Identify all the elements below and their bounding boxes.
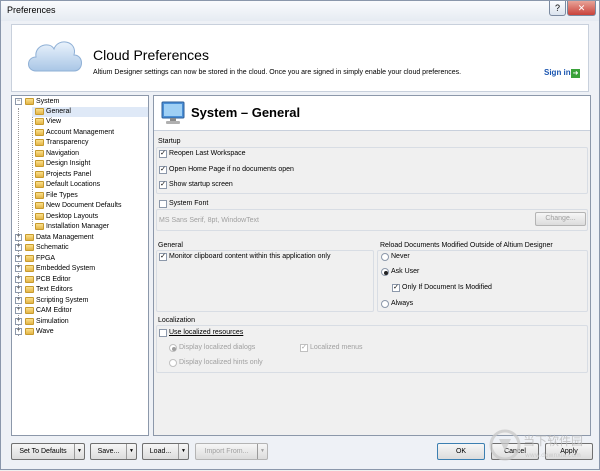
expand-icon[interactable]: + bbox=[15, 286, 22, 293]
expand-icon[interactable]: + bbox=[15, 244, 22, 251]
folder-icon bbox=[25, 233, 34, 241]
folder-icon bbox=[35, 118, 44, 125]
folder-icon bbox=[35, 181, 44, 188]
folder-icon bbox=[35, 108, 44, 115]
localized-menus-checkbox[interactable]: ✓ bbox=[300, 344, 308, 352]
never-label: Never bbox=[391, 253, 410, 260]
only-if-modified-label: Only If Document Is Modified bbox=[402, 284, 492, 291]
show-startup-screen-label: Show startup screen bbox=[169, 181, 233, 188]
panel-header: System – General bbox=[154, 96, 590, 131]
ask-user-label: Ask User bbox=[391, 268, 420, 275]
folder-icon bbox=[35, 128, 44, 136]
cloud-icon bbox=[28, 41, 82, 72]
always-radio[interactable] bbox=[381, 300, 389, 308]
folder-icon bbox=[25, 328, 34, 335]
ok-button[interactable]: OK bbox=[437, 443, 485, 460]
always-label: Always bbox=[391, 300, 414, 307]
folder-icon bbox=[25, 317, 34, 325]
display-localized-hints-label: Display localized hints only bbox=[179, 359, 263, 366]
set-to-defaults-button[interactable]: Set To Defaults ▼ bbox=[11, 443, 85, 460]
localization-label: Localization bbox=[158, 317, 195, 324]
settings-panel: System – General Startup ✓ Reopen Last W… bbox=[153, 95, 591, 436]
use-localized-resources-label: Use localized resources bbox=[169, 329, 244, 336]
dropdown-arrow-icon[interactable]: ▼ bbox=[257, 444, 267, 459]
open-home-page-label: Open Home Page if no documents open bbox=[169, 166, 294, 173]
save-button[interactable]: Save... ▼ bbox=[90, 443, 137, 460]
monitor-clipboard-checkbox[interactable]: ✓ bbox=[159, 253, 167, 261]
change-font-button[interactable]: Change... bbox=[535, 212, 586, 226]
preferences-window: Preferences ? ✕ Cloud Preferences Altium… bbox=[0, 0, 600, 470]
cloud-banner: Cloud Preferences Altium Designer settin… bbox=[11, 24, 589, 92]
expand-icon[interactable]: + bbox=[15, 265, 22, 272]
load-button[interactable]: Load... ▼ bbox=[142, 443, 189, 460]
watermark-logo: 当下软件园 www.downxia.com bbox=[485, 425, 595, 469]
dropdown-arrow-icon[interactable]: ▼ bbox=[74, 444, 84, 459]
expand-icon[interactable]: + bbox=[15, 328, 22, 335]
import-from-button[interactable]: Import From... ▼ bbox=[195, 443, 268, 460]
display-localized-dialogs-label: Display localized dialogs bbox=[179, 344, 256, 351]
system-font-label: System Font bbox=[169, 200, 209, 207]
preferences-tree: − System General View Account Management… bbox=[11, 95, 149, 436]
dropdown-arrow-icon[interactable]: ▼ bbox=[126, 444, 136, 459]
dropdown-arrow-icon[interactable]: ▼ bbox=[178, 444, 188, 459]
show-startup-screen-checkbox[interactable]: ✓ bbox=[159, 181, 167, 189]
expand-icon[interactable]: + bbox=[15, 317, 22, 325]
display-localized-hints-radio[interactable] bbox=[169, 359, 177, 367]
expand-icon[interactable]: + bbox=[15, 275, 22, 283]
expand-icon[interactable]: + bbox=[15, 307, 22, 314]
window-title: Preferences bbox=[7, 5, 56, 15]
folder-icon bbox=[35, 170, 44, 178]
folder-icon bbox=[35, 212, 44, 220]
folder-icon bbox=[25, 275, 34, 283]
never-radio[interactable] bbox=[381, 253, 389, 261]
folder-icon bbox=[35, 149, 44, 157]
monitor-icon bbox=[161, 101, 185, 124]
folder-icon bbox=[25, 296, 34, 304]
folder-icon bbox=[25, 254, 34, 262]
only-if-modified-checkbox[interactable]: ✓ bbox=[392, 284, 400, 292]
ask-user-radio[interactable] bbox=[381, 268, 389, 276]
folder-icon bbox=[25, 265, 34, 272]
folder-icon bbox=[25, 307, 34, 314]
folder-icon bbox=[25, 286, 34, 293]
close-button[interactable]: ✕ bbox=[567, 1, 596, 16]
startup-label: Startup bbox=[158, 138, 181, 145]
use-localized-resources-checkbox[interactable] bbox=[159, 329, 167, 337]
monitor-clipboard-label: Monitor clipboard content within this ap… bbox=[169, 253, 331, 260]
folder-icon bbox=[35, 202, 44, 209]
folder-icon bbox=[35, 223, 44, 230]
folder-icon bbox=[35, 139, 44, 146]
localized-menus-label: Localized menus bbox=[310, 344, 363, 351]
reopen-last-workspace-checkbox[interactable]: ✓ bbox=[159, 150, 167, 158]
banner-title: Cloud Preferences bbox=[93, 47, 209, 63]
system-font-checkbox[interactable] bbox=[159, 200, 167, 208]
reload-label: Reload Documents Modified Outside of Alt… bbox=[380, 242, 553, 249]
system-font-value: MS Sans Serif, 8pt, WindowText bbox=[159, 217, 259, 224]
banner-description: Altium Designer settings can now be stor… bbox=[93, 69, 462, 76]
open-home-page-checkbox[interactable]: ✓ bbox=[159, 166, 167, 174]
folder-icon bbox=[35, 160, 44, 167]
title-bar: Preferences ? ✕ bbox=[1, 1, 599, 21]
display-localized-dialogs-radio[interactable] bbox=[169, 344, 177, 352]
svg-text:当下软件园: 当下软件园 bbox=[523, 434, 583, 448]
tree-item-general[interactable]: General bbox=[32, 107, 148, 117]
folder-icon bbox=[25, 244, 34, 251]
folder-icon bbox=[25, 98, 34, 105]
svg-text:www.downxia.com: www.downxia.com bbox=[525, 452, 581, 459]
sign-in-arrow-icon[interactable]: ➜ bbox=[571, 69, 580, 78]
sign-in-link[interactable]: Sign in bbox=[544, 68, 571, 77]
panel-title: System – General bbox=[191, 105, 301, 120]
expand-icon[interactable]: + bbox=[15, 254, 22, 262]
general-label: General bbox=[158, 242, 183, 249]
reopen-last-workspace-label: Reopen Last Workspace bbox=[169, 150, 246, 157]
collapse-icon[interactable]: − bbox=[15, 98, 22, 105]
expand-icon[interactable]: + bbox=[15, 296, 22, 304]
expand-icon[interactable]: + bbox=[15, 233, 22, 241]
help-button[interactable]: ? bbox=[549, 1, 566, 16]
folder-icon bbox=[35, 191, 44, 199]
